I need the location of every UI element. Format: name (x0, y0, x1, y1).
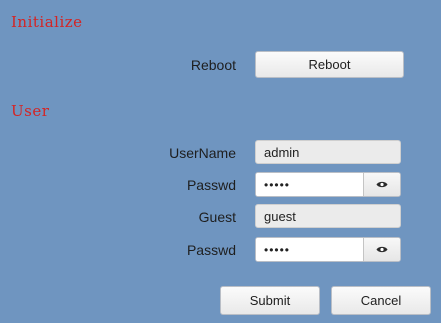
username-label: UserName (169, 145, 236, 161)
password-input[interactable] (256, 173, 363, 196)
reboot-button[interactable]: Reboot (255, 51, 404, 78)
password-field-group (255, 172, 401, 197)
show-password-button[interactable] (363, 173, 400, 196)
submit-button[interactable]: Submit (220, 286, 320, 315)
eye-icon (376, 181, 388, 188)
reboot-label: Reboot (190, 57, 236, 73)
guest-label: Guest (198, 209, 236, 225)
initialize-section-title: Initialize (11, 13, 83, 31)
guest-password-input[interactable] (256, 238, 363, 261)
cancel-button[interactable]: Cancel (331, 286, 431, 315)
guest-username-field[interactable]: guest (255, 204, 401, 228)
guest-password-label: Passwd (186, 242, 236, 258)
show-guest-password-button[interactable] (363, 238, 400, 261)
eye-icon (376, 246, 388, 253)
username-field[interactable]: admin (255, 140, 401, 164)
user-section-title: User (11, 102, 50, 120)
password-label: Passwd (186, 177, 236, 193)
guest-password-field-group (255, 237, 401, 262)
